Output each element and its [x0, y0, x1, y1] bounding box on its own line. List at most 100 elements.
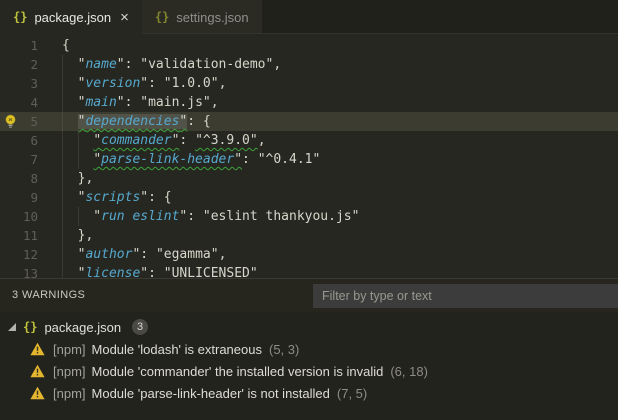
json-key: scripts — [85, 190, 141, 205]
twistie-expanded-icon[interactable] — [8, 323, 16, 331]
json-punctuation: " — [93, 152, 102, 167]
vscode-window: {} package.json × {} settings.json 1{2 "… — [0, 0, 618, 420]
indent-guide — [62, 93, 63, 112]
json-punctuation: : — [179, 133, 196, 148]
problems-file-row[interactable]: {} package.json 3 — [0, 316, 618, 338]
line-number: 6 — [30, 133, 38, 148]
problems-filter-input[interactable] — [313, 284, 618, 308]
json-punctuation: ": — [179, 209, 203, 224]
indent-guide — [77, 207, 79, 226]
editor-line[interactable]: 11 }, — [0, 226, 618, 245]
warning-location: (7, 5) — [336, 385, 368, 401]
editor-lines: 1{2 "name": "validation-demo", 3 "version… — [0, 36, 618, 283]
warning-message: Module 'lodash' is extraneous — [91, 341, 262, 357]
json-value: "^3.9.0" — [195, 133, 258, 148]
json-key: author — [85, 247, 133, 262]
json-punctuation: ": — [116, 95, 141, 110]
json-punctuation: }, — [62, 171, 94, 186]
json-punctuation: " — [62, 209, 102, 224]
problem-count-badge: 3 — [132, 319, 149, 335]
json-punctuation: ": — [140, 76, 164, 91]
indent-guide — [62, 226, 63, 245]
indent-guide — [62, 207, 63, 226]
json-value: "egamma" — [155, 247, 219, 262]
warning-row[interactable]: [npm] Module 'parse-link-header' is not … — [0, 382, 618, 404]
line-number: 4 — [30, 95, 38, 110]
json-key: parse-link-header — [101, 152, 235, 167]
json-value: "eslint thankyou.js" — [202, 209, 360, 224]
line-number: 2 — [30, 57, 38, 72]
line-number: 10 — [22, 209, 38, 224]
json-punctuation: ": — [116, 57, 141, 72]
indent-guide — [62, 112, 63, 131]
json-punctuation: { — [62, 38, 70, 53]
warning-message: Module 'commander' the installed version… — [91, 363, 384, 379]
warning-icon — [30, 364, 45, 378]
json-key: dependencies — [85, 114, 180, 129]
json-punctuation: : — [242, 152, 258, 167]
json-punctuation — [62, 114, 78, 129]
warning-source: [npm] — [53, 385, 86, 401]
json-punctuation: }, — [62, 228, 94, 243]
warning-icon — [30, 386, 45, 400]
problems-panel-header: 3 WARNINGS — [0, 279, 618, 312]
indent-guide — [62, 245, 63, 264]
editor-line[interactable]: 3 "version": "1.0.0", — [0, 74, 618, 93]
editor-line[interactable]: 4 "main": "main.js", — [0, 93, 618, 112]
editor-line[interactable]: 12 "author": "egamma", — [0, 245, 618, 264]
warning-icon — [30, 342, 45, 356]
indent-guide — [62, 74, 63, 93]
line-number: 1 — [30, 38, 38, 53]
editor-line[interactable]: 8 }, — [0, 169, 618, 188]
editor-line[interactable]: 5 "dependencies": { — [0, 112, 618, 131]
json-key: version — [85, 76, 141, 91]
tab-bar: {} package.json × {} settings.json — [0, 0, 618, 34]
tab-label: package.json — [34, 9, 112, 25]
json-punctuation: , — [218, 247, 227, 262]
editor-line[interactable]: 7 "parse-link-header": "^0.4.1" — [0, 150, 618, 169]
json-key: name — [85, 57, 117, 72]
json-punctuation: " — [62, 57, 86, 72]
indent-guide — [77, 150, 79, 169]
json-punctuation: , — [273, 57, 282, 72]
tab-settings-json[interactable]: {} settings.json — [141, 0, 262, 34]
editor-line[interactable]: 10 "run eslint": "eslint thankyou.js" — [0, 207, 618, 226]
json-punctuation: ": — [132, 247, 156, 262]
indent-guide — [62, 131, 63, 150]
indent-guide — [62, 169, 63, 188]
line-number: 12 — [22, 247, 38, 262]
problems-panel: 3 WARNINGS {} package.json 3 [npm] Modul… — [0, 278, 618, 420]
editor-line[interactable]: 1{ — [0, 36, 618, 55]
warning-location: (6, 18) — [390, 363, 428, 379]
json-punctuation: ": { — [140, 190, 172, 205]
json-value: "^0.4.1" — [257, 152, 321, 167]
json-punctuation: " — [62, 190, 86, 205]
json-key: run eslint — [101, 209, 180, 224]
json-file-icon: {} — [154, 10, 170, 24]
indent-guide — [62, 150, 63, 169]
problems-list: {} package.json 3 [npm] Module 'lodash' … — [0, 312, 618, 404]
indent-guide — [77, 131, 79, 150]
warning-location: (5, 3) — [268, 341, 300, 357]
json-key: main — [85, 95, 117, 110]
json-file-icon: {} — [23, 320, 38, 334]
warning-message: Module 'parse-link-header' is not instal… — [91, 385, 330, 401]
warning-row[interactable]: [npm] Module 'commander' the installed v… — [0, 360, 618, 382]
lightbulb-icon[interactable] — [4, 114, 17, 129]
warnings-count-label: 3 WARNINGS — [12, 289, 86, 301]
editor-line[interactable]: 9 "scripts": { — [0, 188, 618, 207]
line-number: 7 — [30, 152, 38, 167]
editor-line[interactable]: 2 "name": "validation-demo", — [0, 55, 618, 74]
editor-line[interactable]: 6 "commander": "^3.9.0", — [0, 131, 618, 150]
json-punctuation: , — [257, 133, 266, 148]
warning-row[interactable]: [npm] Module 'lodash' is extraneous (5, … — [0, 338, 618, 360]
tab-package-json[interactable]: {} package.json × — [0, 0, 142, 34]
editor[interactable]: 1{2 "name": "validation-demo", 3 "version… — [0, 34, 618, 283]
json-punctuation: " — [93, 133, 102, 148]
warning-source: [npm] — [53, 363, 86, 379]
close-icon[interactable]: × — [120, 10, 129, 25]
tab-label: settings.json — [176, 9, 249, 25]
file-name: package.json — [44, 319, 122, 335]
json-punctuation: , — [210, 95, 219, 110]
line-number: 11 — [22, 228, 38, 243]
